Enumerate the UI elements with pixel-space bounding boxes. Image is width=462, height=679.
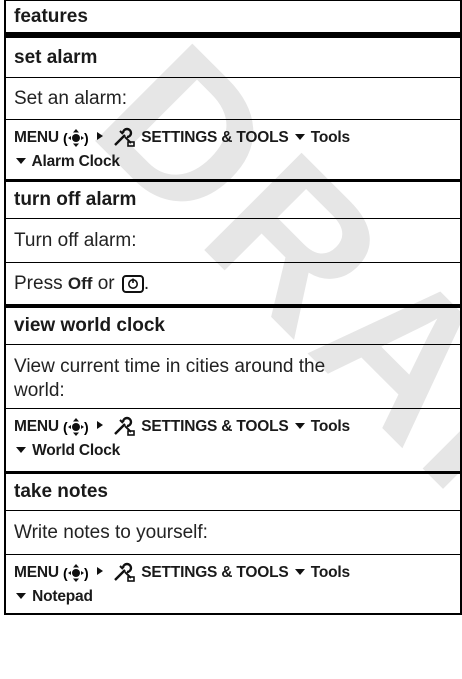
menu-label: MENU <box>14 418 59 436</box>
settings-tools-icon <box>111 416 137 438</box>
svg-text:(: ( <box>63 565 68 581</box>
nav-key-icon: () <box>63 563 89 583</box>
section-title-text: view world clock <box>14 315 165 336</box>
nav-key-icon: () <box>63 417 89 437</box>
menu-label: MENU <box>14 129 59 147</box>
right-arrow-icon <box>93 561 107 585</box>
path-line-2: Alarm Clock <box>14 150 452 174</box>
settings-tools-label: SETTINGS & TOOLS <box>141 564 289 582</box>
path-line-1: MENU () SETTINGS & TOOLS Tools <box>14 415 452 439</box>
down-arrow-icon <box>14 439 28 463</box>
settings-tools-icon <box>111 562 137 584</box>
settings-tools-label: SETTINGS & TOOLS <box>141 418 289 436</box>
section-desc-text: Write notes to yourself: <box>14 521 208 543</box>
section-desc-text: Turn off alarm: <box>14 229 137 251</box>
path-line-1: MENU () SETTINGS & TOOLS Tools <box>14 126 452 150</box>
svg-text:(: ( <box>63 130 68 146</box>
menu-path-world-clock: MENU () SETTINGS & TOOLS Tools World Clo… <box>6 409 460 471</box>
menu-path-take-notes: MENU () SETTINGS & TOOLS Tools Notepad <box>6 555 460 613</box>
menu-path-set-alarm: MENU () SETTINGS & TOOLS Tools Alarm Clo… <box>6 120 460 179</box>
section-desc-world-clock: View current time in cities around the w… <box>6 345 460 409</box>
menu-item-tools: Tools <box>310 564 350 582</box>
section-title-text: take notes <box>14 481 108 502</box>
section-desc-set-alarm: Set an alarm: <box>6 78 460 120</box>
nav-key-icon: () <box>63 128 89 148</box>
menu-item-notepad: Notepad <box>32 588 93 606</box>
down-arrow-icon <box>293 561 307 585</box>
down-arrow-icon <box>14 150 28 174</box>
menu-item-alarm-clock: Alarm Clock <box>31 153 120 171</box>
menu-item-world-clock: World Clock <box>32 442 121 460</box>
table-header: features <box>6 0 460 38</box>
section-title-text: turn off alarm <box>14 189 137 210</box>
svg-text:(: ( <box>63 419 68 435</box>
press-prefix: Press <box>14 272 63 294</box>
press-or: or <box>97 272 115 294</box>
down-arrow-icon <box>293 126 307 150</box>
down-arrow-icon <box>14 585 28 609</box>
settings-tools-label: SETTINGS & TOOLS <box>141 129 289 147</box>
section-title-turn-off-alarm: turn off alarm <box>6 179 460 219</box>
section-title-take-notes: take notes <box>6 471 460 511</box>
svg-text:): ) <box>84 565 88 581</box>
section-title-world-clock: view world clock <box>6 305 460 345</box>
path-line-1: MENU () SETTINGS & TOOLS Tools <box>14 561 452 585</box>
right-arrow-icon <box>93 126 107 150</box>
right-arrow-icon <box>93 415 107 439</box>
section-desc-take-notes: Write notes to yourself: <box>6 511 460 555</box>
svg-text:): ) <box>84 419 88 435</box>
section-desc-text: View current time in cities around the w… <box>14 356 326 401</box>
section-title-text: set alarm <box>14 46 98 68</box>
press-suffix: . <box>143 272 150 294</box>
menu-item-tools: Tools <box>310 129 350 147</box>
off-key-label: Off <box>67 273 93 293</box>
features-table: features set alarm Set an alarm: MENU ()… <box>4 0 462 615</box>
menu-item-tools: Tools <box>310 418 350 436</box>
section-desc-text: Set an alarm: <box>14 87 127 109</box>
end-key-icon <box>121 274 144 293</box>
section-title-set-alarm: set alarm <box>6 38 460 78</box>
settings-tools-icon <box>111 127 137 149</box>
header-title: features <box>14 5 88 27</box>
path-line-2: World Clock <box>14 439 452 463</box>
menu-label: MENU <box>14 564 59 582</box>
svg-text:): ) <box>84 130 88 146</box>
path-line-2: Notepad <box>14 585 452 609</box>
section-desc-turn-off-alarm: Turn off alarm: <box>6 219 460 263</box>
down-arrow-icon <box>293 415 307 439</box>
press-instruction: Press Off or . <box>6 263 460 305</box>
